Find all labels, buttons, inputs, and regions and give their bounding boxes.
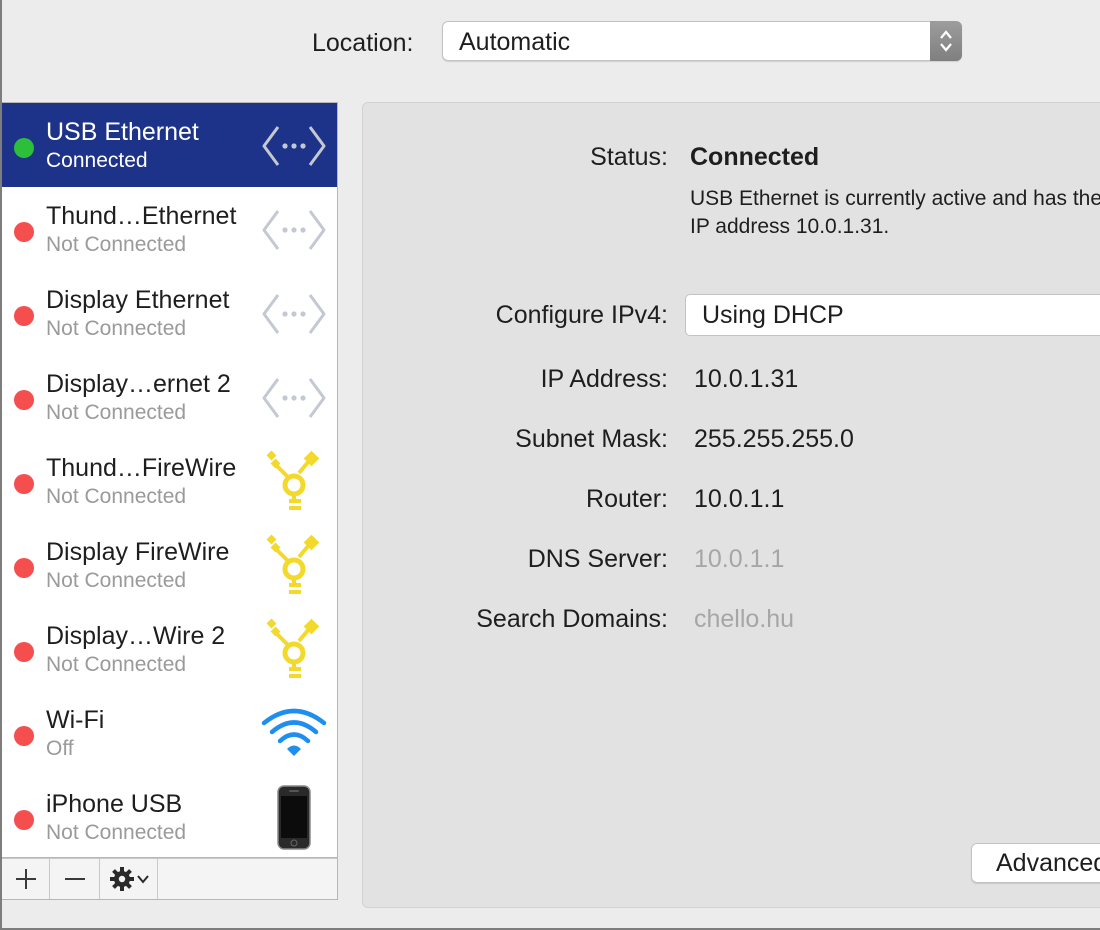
status-description-line: IP address 10.0.1.31.	[690, 215, 890, 238]
add-service-button[interactable]	[2, 859, 50, 899]
service-status: Not Connected	[46, 401, 187, 424]
service-item[interactable]: Display…ernet 2 Not Connected	[2, 355, 337, 439]
remove-service-button[interactable]	[50, 859, 100, 899]
ethernet-icon	[258, 197, 330, 263]
firewire-icon	[258, 617, 330, 683]
location-select[interactable]: Automatic	[442, 21, 962, 61]
service-name: Thund…FireWire	[46, 454, 237, 482]
service-item[interactable]: Display FireWire Not Connected	[2, 523, 337, 607]
status-dot	[14, 474, 34, 494]
firewire-icon	[258, 533, 330, 599]
status-dot	[14, 642, 34, 662]
dns-server-value: 10.0.1.1	[694, 545, 785, 573]
status-dot	[14, 222, 34, 242]
search-domains-label: Search Domains:	[476, 605, 668, 633]
service-status: Connected	[46, 149, 148, 172]
ethernet-icon	[258, 281, 330, 347]
router-value: 10.0.1.1	[694, 485, 785, 513]
status-description-line: USB Ethernet is currently active and has…	[690, 187, 1100, 210]
service-name: Display FireWire	[46, 538, 230, 566]
service-name: Display Ethernet	[46, 286, 230, 314]
configure-ipv4-label: Configure IPv4:	[495, 301, 668, 329]
service-item[interactable]: USB Ethernet Connected	[2, 103, 337, 187]
service-item[interactable]: Wi-Fi Off	[2, 691, 337, 775]
service-item[interactable]: Display…Wire 2 Not Connected	[2, 607, 337, 691]
service-name: Display…ernet 2	[46, 370, 231, 398]
iphone-icon	[258, 785, 330, 851]
firewire-icon	[258, 449, 330, 515]
subnet-mask-label: Subnet Mask:	[515, 425, 668, 453]
location-value: Automatic	[459, 28, 571, 56]
wifi-icon	[258, 701, 330, 767]
gear-icon	[109, 867, 134, 891]
subnet-mask-value: 255.255.255.0	[694, 425, 854, 453]
ip-address-value: 10.0.1.31	[694, 365, 799, 393]
service-list: USB Ethernet Connected Thund…Ethernet Not C…	[2, 102, 338, 858]
service-status: Not Connected	[46, 569, 187, 592]
ethernet-icon	[258, 365, 330, 431]
search-domains-value: chello.hu	[694, 605, 795, 633]
service-status: Off	[46, 737, 74, 760]
service-item[interactable]: Thund…Ethernet Not Connected	[2, 187, 337, 271]
configure-ipv4-select[interactable]: Using DHCP	[685, 294, 1100, 336]
location-label: Location:	[312, 29, 414, 57]
service-item[interactable]: iPhone USB Not Connected	[2, 775, 337, 857]
service-status: Not Connected	[46, 821, 187, 844]
service-status: Not Connected	[46, 653, 187, 676]
ip-address-label: IP Address:	[540, 365, 668, 393]
service-name: Wi-Fi	[46, 706, 105, 734]
select-stepper-icon	[930, 21, 962, 61]
status-dot	[14, 306, 34, 326]
status-dot	[14, 810, 34, 830]
service-list-toolbar	[2, 858, 338, 900]
chevron-down-icon	[136, 875, 149, 884]
service-name: USB Ethernet	[46, 118, 199, 146]
service-name: iPhone USB	[46, 790, 183, 818]
service-status: Not Connected	[46, 317, 187, 340]
action-menu-button[interactable]	[100, 859, 158, 899]
plus-icon	[15, 869, 36, 889]
ethernet-icon	[258, 113, 330, 179]
configure-ipv4-value: Using DHCP	[702, 301, 844, 329]
status-dot	[14, 138, 34, 158]
service-status: Not Connected	[46, 485, 187, 508]
service-name: Thund…Ethernet	[46, 202, 237, 230]
status-dot	[14, 558, 34, 578]
status-description: USB Ethernet is currently active and has…	[690, 185, 1100, 241]
service-name: Display…Wire 2	[46, 622, 226, 650]
service-item[interactable]: Display Ethernet Not Connected	[2, 271, 337, 355]
service-item[interactable]: Thund…FireWire Not Connected	[2, 439, 337, 523]
dns-server-label: DNS Server:	[527, 545, 668, 573]
router-label: Router:	[586, 485, 668, 513]
minus-icon	[64, 878, 85, 880]
network-preferences-window: Location: Automatic USB Ethernet Connecte…	[0, 0, 1100, 930]
status-dot	[14, 726, 34, 746]
status-value: Connected	[690, 143, 820, 171]
status-label: Status:	[590, 143, 668, 171]
advanced-button[interactable]: Advanced...	[971, 843, 1100, 883]
service-status: Not Connected	[46, 233, 187, 256]
status-dot	[14, 390, 34, 410]
